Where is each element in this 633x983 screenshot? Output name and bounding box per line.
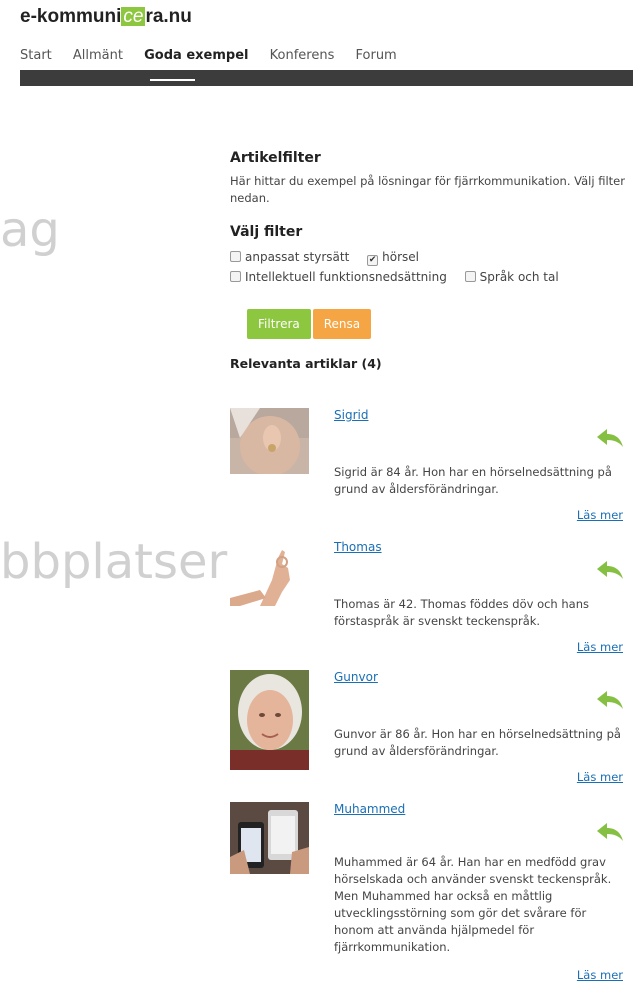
filter-title: Artikelfilter [230,150,321,166]
article-title-sigrid[interactable]: Sigrid [334,408,368,422]
filter-label: Intellektuell funktionsnedsättning [245,269,447,284]
filter-label: Språk och tal [479,269,559,284]
reply-arrow-icon[interactable] [596,560,624,580]
reply-arrow-icon[interactable] [596,428,624,448]
article-description: Thomas är 42. Thomas föddes döv och hans… [334,597,589,628]
article-description: Sigrid är 84 år. Hon har en hörselnedsät… [334,465,612,496]
filter-checkbox-intellektuell[interactable]: Intellektuell funktionsnedsättning [230,267,447,287]
article-item: Sigrid Sigrid är 84 år. Hon har en hörse… [230,408,625,528]
article-description: Muhammed är 64 år. Han har en medfödd gr… [334,855,612,954]
checkbox-unchecked-icon [230,270,241,282]
logo-text-end: ra.nu [145,6,192,27]
article-item: Muhammed Muhammed är 64 år. Han har en m… [230,802,625,982]
active-nav-indicator [150,79,195,81]
logo-highlight: ce [121,6,146,27]
read-more-link[interactable]: Läs mer [577,770,623,784]
results-heading: Relevanta artiklar (4) [230,356,382,371]
background-text-1: ag [0,202,60,258]
article-thumbnail-gunvor[interactable] [230,670,309,770]
read-more-link[interactable]: Läs mer [577,508,623,522]
article-item: Thomas Thomas är 42. Thomas föddes döv o… [230,540,625,660]
article-thumbnail-muhammed[interactable] [230,802,309,874]
site-logo[interactable]: e-kommuni ce ra.nu [20,6,192,28]
filter-checkbox-anpassat-styrsatt[interactable]: anpassat styrsätt [230,247,349,267]
filter-options: anpassat styrsätt ✔ hörsel Intellektuell … [230,246,625,286]
nav-item-goda-exempel[interactable]: Goda exempel [144,48,248,63]
article-filter-panel: Artikelfilter Här hittar du exempel på l… [230,150,625,371]
article-title-thomas[interactable]: Thomas [334,540,382,554]
nav-item-konferens[interactable]: Konferens [270,48,335,63]
read-more-link[interactable]: Läs mer [577,640,623,654]
main-navigation: Start Allmänt Goda exempel Konferens For… [20,48,414,63]
article-title-muhammed[interactable]: Muhammed [334,802,405,816]
nav-item-allmant[interactable]: Allmänt [73,48,123,63]
filter-label: anpassat styrsätt [245,249,350,264]
reset-button[interactable]: Rensa [312,309,372,339]
checkbox-unchecked-icon [230,250,241,262]
article-description: Gunvor är 86 år. Hon har en hörselnedsät… [334,727,621,758]
filter-checkbox-sprak-och-tal[interactable]: Språk och tal [464,267,559,287]
logo-text-start: e-kommuni [20,6,122,27]
article-thumbnail-thomas[interactable] [230,540,309,606]
filter-intro: Här hittar du exempel på lösningar för f… [230,174,625,205]
nav-item-start[interactable]: Start [20,48,52,63]
read-more-link[interactable]: Läs mer [577,968,623,982]
filter-button[interactable]: Filtrera [247,309,311,339]
checkbox-unchecked-icon [464,270,476,282]
reply-arrow-icon[interactable] [596,822,624,842]
nav-item-forum[interactable]: Forum [356,48,397,63]
checkbox-checked-icon: ✔ [367,254,379,266]
choose-filter-title: Välj filter [230,224,303,240]
filter-label: hörsel [382,249,420,264]
reply-arrow-icon[interactable] [596,690,624,710]
article-title-gunvor[interactable]: Gunvor [334,670,378,684]
filter-checkbox-horsel[interactable]: ✔ hörsel [367,247,419,267]
article-thumbnail-sigrid[interactable] [230,408,309,474]
filter-buttons: Filtrera Rensa [230,309,625,339]
article-item: Gunvor Gunvor är 86 år. Hon har en hörse… [230,670,625,790]
nav-bar [20,70,633,86]
